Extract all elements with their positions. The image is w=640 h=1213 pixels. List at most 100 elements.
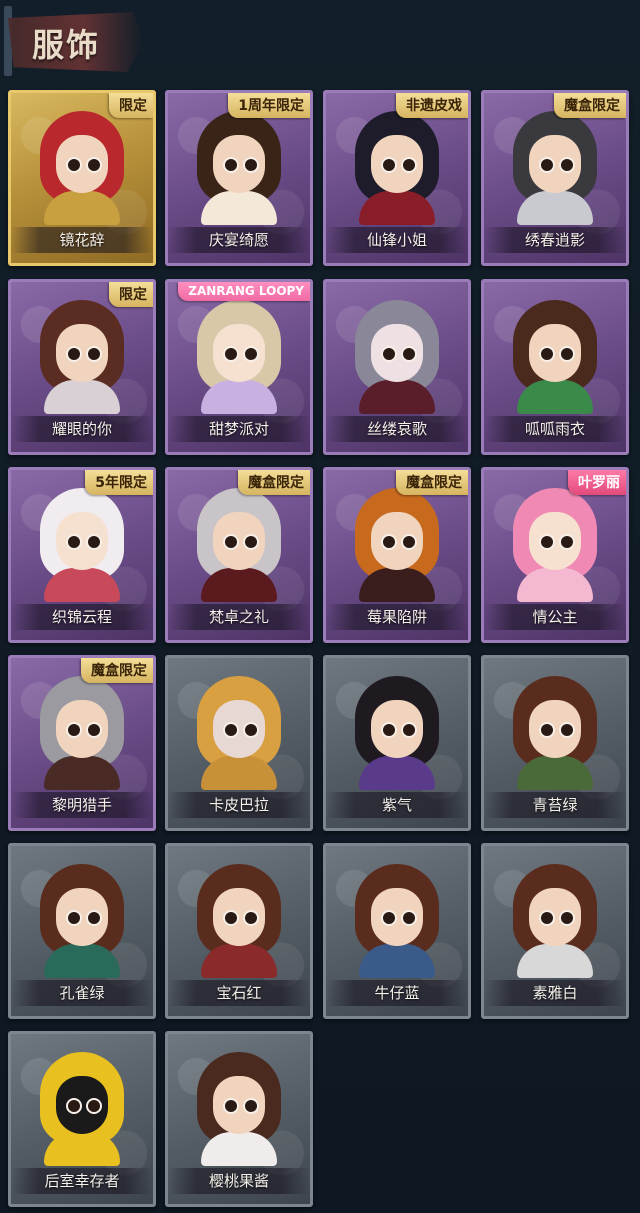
costume-name: 青苔绿 (484, 792, 626, 818)
portrait-eye (86, 346, 102, 362)
character-portrait (505, 864, 605, 978)
character-portrait (32, 300, 132, 414)
portrait-eye (401, 346, 417, 362)
portrait-eye (66, 534, 82, 550)
portrait-eye (559, 534, 575, 550)
costume-name: 樱桃果酱 (168, 1168, 310, 1194)
limited-badge: 限定 (109, 93, 153, 118)
costume-page: 服饰 限定 镜花辞 1周年限定 庆宴绮愿 非遗皮戏 仙锋小姐 魔盒限定 绣春逍影 限定 耀眼的你 Z… (0, 0, 640, 1213)
limited-badge: ZANRANG LOOPY (178, 282, 310, 301)
limited-badge: 魔盒限定 (238, 470, 310, 495)
character-portrait (189, 300, 289, 414)
portrait-eye (223, 722, 239, 738)
character-portrait (32, 1052, 132, 1166)
costume-name: 梵卓之礼 (168, 604, 310, 630)
character-portrait (189, 111, 289, 225)
portrait-eye (86, 722, 102, 738)
portrait-eye (539, 534, 555, 550)
portrait-eye (223, 157, 239, 173)
character-portrait (347, 864, 447, 978)
limited-badge: 魔盒限定 (81, 658, 153, 683)
character-portrait (505, 300, 605, 414)
character-portrait (32, 676, 132, 790)
costume-name: 素雅白 (484, 980, 626, 1006)
costume-card[interactable]: 1周年限定庆宴绮愿 (165, 90, 313, 266)
character-portrait (189, 676, 289, 790)
costume-name: 甜梦派对 (168, 416, 310, 442)
costume-card[interactable]: 牛仔蓝 (323, 843, 471, 1019)
costume-card[interactable]: 紫气 (323, 655, 471, 831)
costume-name: 绣春逍影 (484, 227, 626, 253)
portrait-eye (86, 157, 102, 173)
limited-badge: 叶罗丽 (568, 470, 626, 495)
limited-badge: 5年限定 (85, 470, 153, 495)
character-portrait (347, 300, 447, 414)
costume-name: 丝缕哀歌 (326, 416, 468, 442)
costume-card[interactable]: 5年限定 织锦云程 (8, 467, 156, 643)
costume-card[interactable]: 卡皮巴拉 (165, 655, 313, 831)
costume-card[interactable]: 魔盒限定黎明猎手 (8, 655, 156, 831)
limited-badge: 魔盒限定 (396, 470, 468, 495)
limited-badge: 魔盒限定 (554, 93, 626, 118)
character-portrait (505, 488, 605, 602)
portrait-eye (86, 1098, 102, 1114)
portrait-eye (243, 157, 259, 173)
portrait-eye (223, 534, 239, 550)
costume-name: 黎明猎手 (11, 792, 153, 818)
costume-card[interactable]: 限定镜花辞 (8, 90, 156, 266)
costume-name: 卡皮巴拉 (168, 792, 310, 818)
costume-card[interactable]: 叶罗丽 情公主 (481, 467, 629, 643)
portrait-eye (86, 534, 102, 550)
costume-card[interactable]: 樱桃果酱 (165, 1031, 313, 1207)
portrait-eye (66, 346, 82, 362)
character-portrait (347, 111, 447, 225)
costume-card[interactable]: 魔盒限定莓果陷阱 (323, 467, 471, 643)
portrait-eye (243, 1098, 259, 1114)
portrait-eye (559, 346, 575, 362)
costume-card[interactable]: 宝石红 (165, 843, 313, 1019)
costume-card[interactable]: 魔盒限定绣春逍影 (481, 90, 629, 266)
portrait-eye (381, 910, 397, 926)
costume-card[interactable]: 丝缕哀歌 (323, 279, 471, 455)
costume-card[interactable]: 限定耀眼的你 (8, 279, 156, 455)
character-portrait (32, 111, 132, 225)
limited-badge: 非遗皮戏 (396, 93, 468, 118)
portrait-eye (559, 910, 575, 926)
character-portrait (189, 864, 289, 978)
portrait-eye (86, 910, 102, 926)
costume-name: 仙锋小姐 (326, 227, 468, 253)
costume-name: 呱呱雨衣 (484, 416, 626, 442)
costume-card[interactable]: 呱呱雨衣 (481, 279, 629, 455)
portrait-eye (381, 722, 397, 738)
section-title: 服饰 (32, 26, 101, 64)
costume-name: 镜花辞 (11, 227, 153, 253)
costume-name: 庆宴绮愿 (168, 227, 310, 253)
limited-badge: 1周年限定 (228, 93, 310, 118)
portrait-eye (381, 534, 397, 550)
portrait-eye (401, 534, 417, 550)
costume-card[interactable]: 素雅白 (481, 843, 629, 1019)
character-portrait (189, 1052, 289, 1166)
character-portrait (505, 676, 605, 790)
portrait-eye (539, 722, 555, 738)
costume-name: 耀眼的你 (11, 416, 153, 442)
costume-card[interactable]: 非遗皮戏仙锋小姐 (323, 90, 471, 266)
costume-name: 宝石红 (168, 980, 310, 1006)
costume-card[interactable]: 后室幸存者 (8, 1031, 156, 1207)
portrait-eye (539, 157, 555, 173)
limited-badge: 限定 (109, 282, 153, 307)
portrait-eye (223, 910, 239, 926)
section-header: 服饰 (0, 0, 640, 82)
costume-name: 后室幸存者 (11, 1168, 153, 1194)
character-portrait (189, 488, 289, 602)
portrait-eye (66, 157, 82, 173)
character-portrait (505, 111, 605, 225)
costume-card[interactable]: 青苔绿 (481, 655, 629, 831)
portrait-eye (401, 910, 417, 926)
costume-card[interactable]: 魔盒限定梵卓之礼 (165, 467, 313, 643)
costume-card[interactable]: ZANRANG LOOPY 甜梦派对 (165, 279, 313, 455)
portrait-eye (243, 722, 259, 738)
costume-card[interactable]: 孔雀绿 (8, 843, 156, 1019)
costume-name: 莓果陷阱 (326, 604, 468, 630)
portrait-eye (559, 157, 575, 173)
